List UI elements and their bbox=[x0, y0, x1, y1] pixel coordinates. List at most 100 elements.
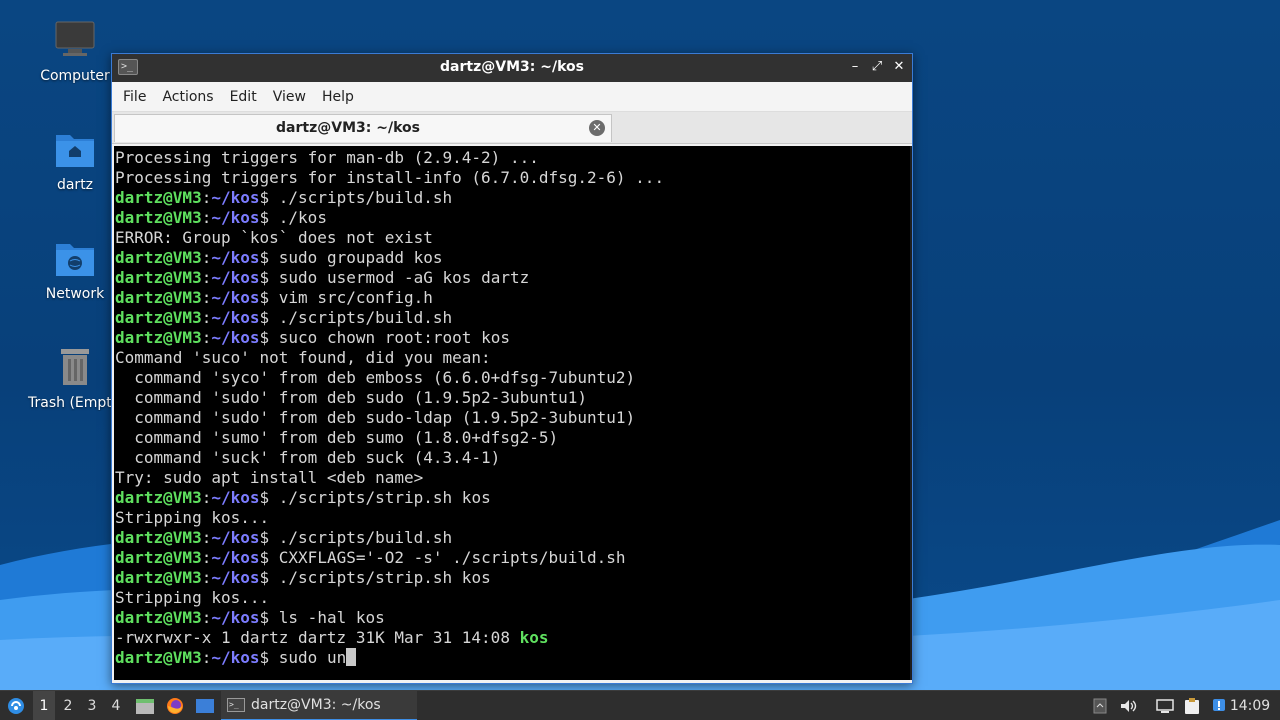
command-text: sudo usermod -aG kos dartz bbox=[278, 268, 530, 287]
trash-icon bbox=[53, 345, 97, 389]
prompt-colon: : bbox=[201, 548, 212, 567]
firefox-icon bbox=[167, 698, 183, 714]
terminal-line: Stripping kos... bbox=[115, 588, 910, 608]
output-text: Command 'suco' not found, did you mean: bbox=[115, 348, 491, 367]
network-status-button[interactable] bbox=[1154, 691, 1176, 720]
app-menu-icon bbox=[8, 698, 24, 714]
clock[interactable]: 14:09 bbox=[1230, 691, 1270, 720]
workspace-1[interactable]: 1 bbox=[33, 691, 55, 720]
prompt-symbol: $ bbox=[259, 208, 279, 227]
workspace-2[interactable]: 2 bbox=[57, 691, 79, 720]
prompt-user: dartz@VM3 bbox=[115, 288, 202, 307]
menu-file[interactable]: File bbox=[115, 89, 154, 105]
terminal-line: dartz@VM3:~/kos$ sudo un bbox=[115, 648, 910, 668]
tab-close-icon[interactable]: ✕ bbox=[589, 120, 605, 136]
volume-button[interactable] bbox=[1117, 691, 1139, 720]
terminal-line: dartz@VM3:~/kos$ suco chown root:root ko… bbox=[115, 328, 910, 348]
terminal-line: dartz@VM3:~/kos$ CXXFLAGS='-O2 -s' ./scr… bbox=[115, 548, 910, 568]
executable-name: kos bbox=[519, 628, 549, 647]
terminal-line: dartz@VM3:~/kos$ ./kos bbox=[115, 208, 910, 228]
file-manager-launcher[interactable] bbox=[133, 691, 157, 720]
prompt-path: ~/kos bbox=[211, 528, 260, 547]
computer-icon bbox=[53, 18, 97, 62]
prompt-symbol: $ bbox=[259, 488, 279, 507]
prompt-colon: : bbox=[201, 188, 212, 207]
start-menu-button[interactable] bbox=[4, 691, 28, 720]
task-label: dartz@VM3: ~/kos bbox=[251, 697, 381, 713]
terminal-line: dartz@VM3:~/kos$ vim src/config.h bbox=[115, 288, 910, 308]
taskbar-task-terminal[interactable]: >_ dartz@VM3: ~/kos bbox=[221, 691, 417, 720]
prompt-colon: : bbox=[201, 528, 212, 547]
show-desktop-launcher[interactable] bbox=[193, 691, 217, 720]
prompt-user: dartz@VM3 bbox=[115, 328, 202, 347]
prompt-symbol: $ bbox=[259, 308, 279, 327]
terminal-line: dartz@VM3:~/kos$ ./scripts/build.sh bbox=[115, 308, 910, 328]
maximize-button[interactable]: ⤢ bbox=[870, 58, 884, 76]
terminal-window: >_ dartz@VM3: ~/kos – ⤢ ✕ File Actions E… bbox=[111, 53, 913, 684]
tray-up-arrow-button[interactable] bbox=[1090, 691, 1110, 720]
terminal-line: -rwxrwxr-x 1 dartz dartz 31K Mar 31 14:0… bbox=[115, 628, 910, 648]
prompt-symbol: $ bbox=[259, 328, 279, 347]
output-text: command 'suck' from deb suck (4.3.4-1) bbox=[115, 448, 501, 467]
menu-help[interactable]: Help bbox=[314, 89, 362, 105]
home-folder-icon bbox=[53, 127, 97, 171]
clipboard-icon bbox=[1185, 698, 1199, 714]
desktop-icon-trash[interactable]: Trash (Empt bbox=[25, 345, 125, 411]
output-text: Stripping kos... bbox=[115, 588, 270, 607]
menu-bar: File Actions Edit View Help bbox=[112, 82, 912, 112]
terminal-line: Command 'suco' not found, did you mean: bbox=[115, 348, 910, 368]
terminal-line: command 'suck' from deb suck (4.3.4-1) bbox=[115, 448, 910, 468]
menu-edit[interactable]: Edit bbox=[222, 89, 265, 105]
desktop-icon-label: Computer bbox=[40, 68, 110, 84]
terminal-line: Try: sudo apt install <deb name> bbox=[115, 468, 910, 488]
terminal-line: Processing triggers for man-db (2.9.4-2)… bbox=[115, 148, 910, 168]
prompt-user: dartz@VM3 bbox=[115, 188, 202, 207]
desktop-icon-network[interactable]: Network bbox=[25, 236, 125, 302]
prompt-path: ~/kos bbox=[211, 328, 260, 347]
terminal-tab[interactable]: dartz@VM3: ~/kos ✕ bbox=[114, 114, 612, 142]
prompt-user: dartz@VM3 bbox=[115, 568, 202, 587]
terminal-output[interactable]: Processing triggers for man-db (2.9.4-2)… bbox=[114, 146, 910, 680]
prompt-path: ~/kos bbox=[211, 648, 260, 667]
menu-view[interactable]: View bbox=[265, 89, 314, 105]
prompt-colon: : bbox=[201, 568, 212, 587]
workspace-4[interactable]: 4 bbox=[105, 691, 127, 720]
prompt-user: dartz@VM3 bbox=[115, 308, 202, 327]
prompt-colon: : bbox=[201, 308, 212, 327]
notifications-button[interactable] bbox=[1208, 691, 1230, 720]
command-text: ./scripts/build.sh bbox=[278, 188, 453, 207]
show-desktop-icon bbox=[196, 699, 214, 713]
output-text: Try: sudo apt install <deb name> bbox=[115, 468, 424, 487]
terminal-line: dartz@VM3:~/kos$ ./scripts/strip.sh kos bbox=[115, 488, 910, 508]
prompt-symbol: $ bbox=[259, 268, 279, 287]
firefox-launcher[interactable] bbox=[163, 691, 187, 720]
command-text: ./scripts/strip.sh kos bbox=[278, 488, 491, 507]
window-titlebar[interactable]: >_ dartz@VM3: ~/kos – ⤢ ✕ bbox=[112, 54, 912, 82]
menu-actions[interactable]: Actions bbox=[154, 89, 221, 105]
terminal-line: Processing triggers for install-info (6.… bbox=[115, 168, 910, 188]
output-text: command 'sudo' from deb sudo (1.9.5p2-3u… bbox=[115, 388, 588, 407]
clipboard-button[interactable] bbox=[1181, 691, 1203, 720]
command-text: ./scripts/build.sh bbox=[278, 308, 453, 327]
desktop-icon-home-folder[interactable]: dartz bbox=[25, 127, 125, 193]
prompt-symbol: $ bbox=[259, 288, 279, 307]
output-text: -rwxrwxr-x 1 dartz dartz 31K Mar 31 14:0… bbox=[115, 628, 520, 647]
window-title: dartz@VM3: ~/kos bbox=[440, 59, 584, 75]
desktop-icon-computer[interactable]: Computer bbox=[25, 18, 125, 84]
command-text: sudo groupadd kos bbox=[278, 248, 443, 267]
minimize-button[interactable]: – bbox=[848, 58, 862, 76]
close-button[interactable]: ✕ bbox=[892, 58, 906, 76]
speaker-icon bbox=[1121, 700, 1137, 712]
terminal-line: command 'sudo' from deb sudo (1.9.5p2-3u… bbox=[115, 388, 910, 408]
terminal-scrollbar[interactable] bbox=[910, 146, 912, 680]
prompt-user: dartz@VM3 bbox=[115, 488, 202, 507]
output-text: Processing triggers for man-db (2.9.4-2)… bbox=[115, 148, 539, 167]
command-text: CXXFLAGS='-O2 -s' ./scripts/build.sh bbox=[278, 548, 626, 567]
prompt-user: dartz@VM3 bbox=[115, 248, 202, 267]
workspace-3[interactable]: 3 bbox=[81, 691, 103, 720]
desktop-icon-label: Network bbox=[45, 286, 105, 302]
desktop-icon-label: dartz bbox=[56, 177, 94, 193]
command-text: vim src/config.h bbox=[278, 288, 433, 307]
output-text: command 'syco' from deb emboss (6.6.0+df… bbox=[115, 368, 636, 387]
command-text: suco chown root:root kos bbox=[278, 328, 510, 347]
